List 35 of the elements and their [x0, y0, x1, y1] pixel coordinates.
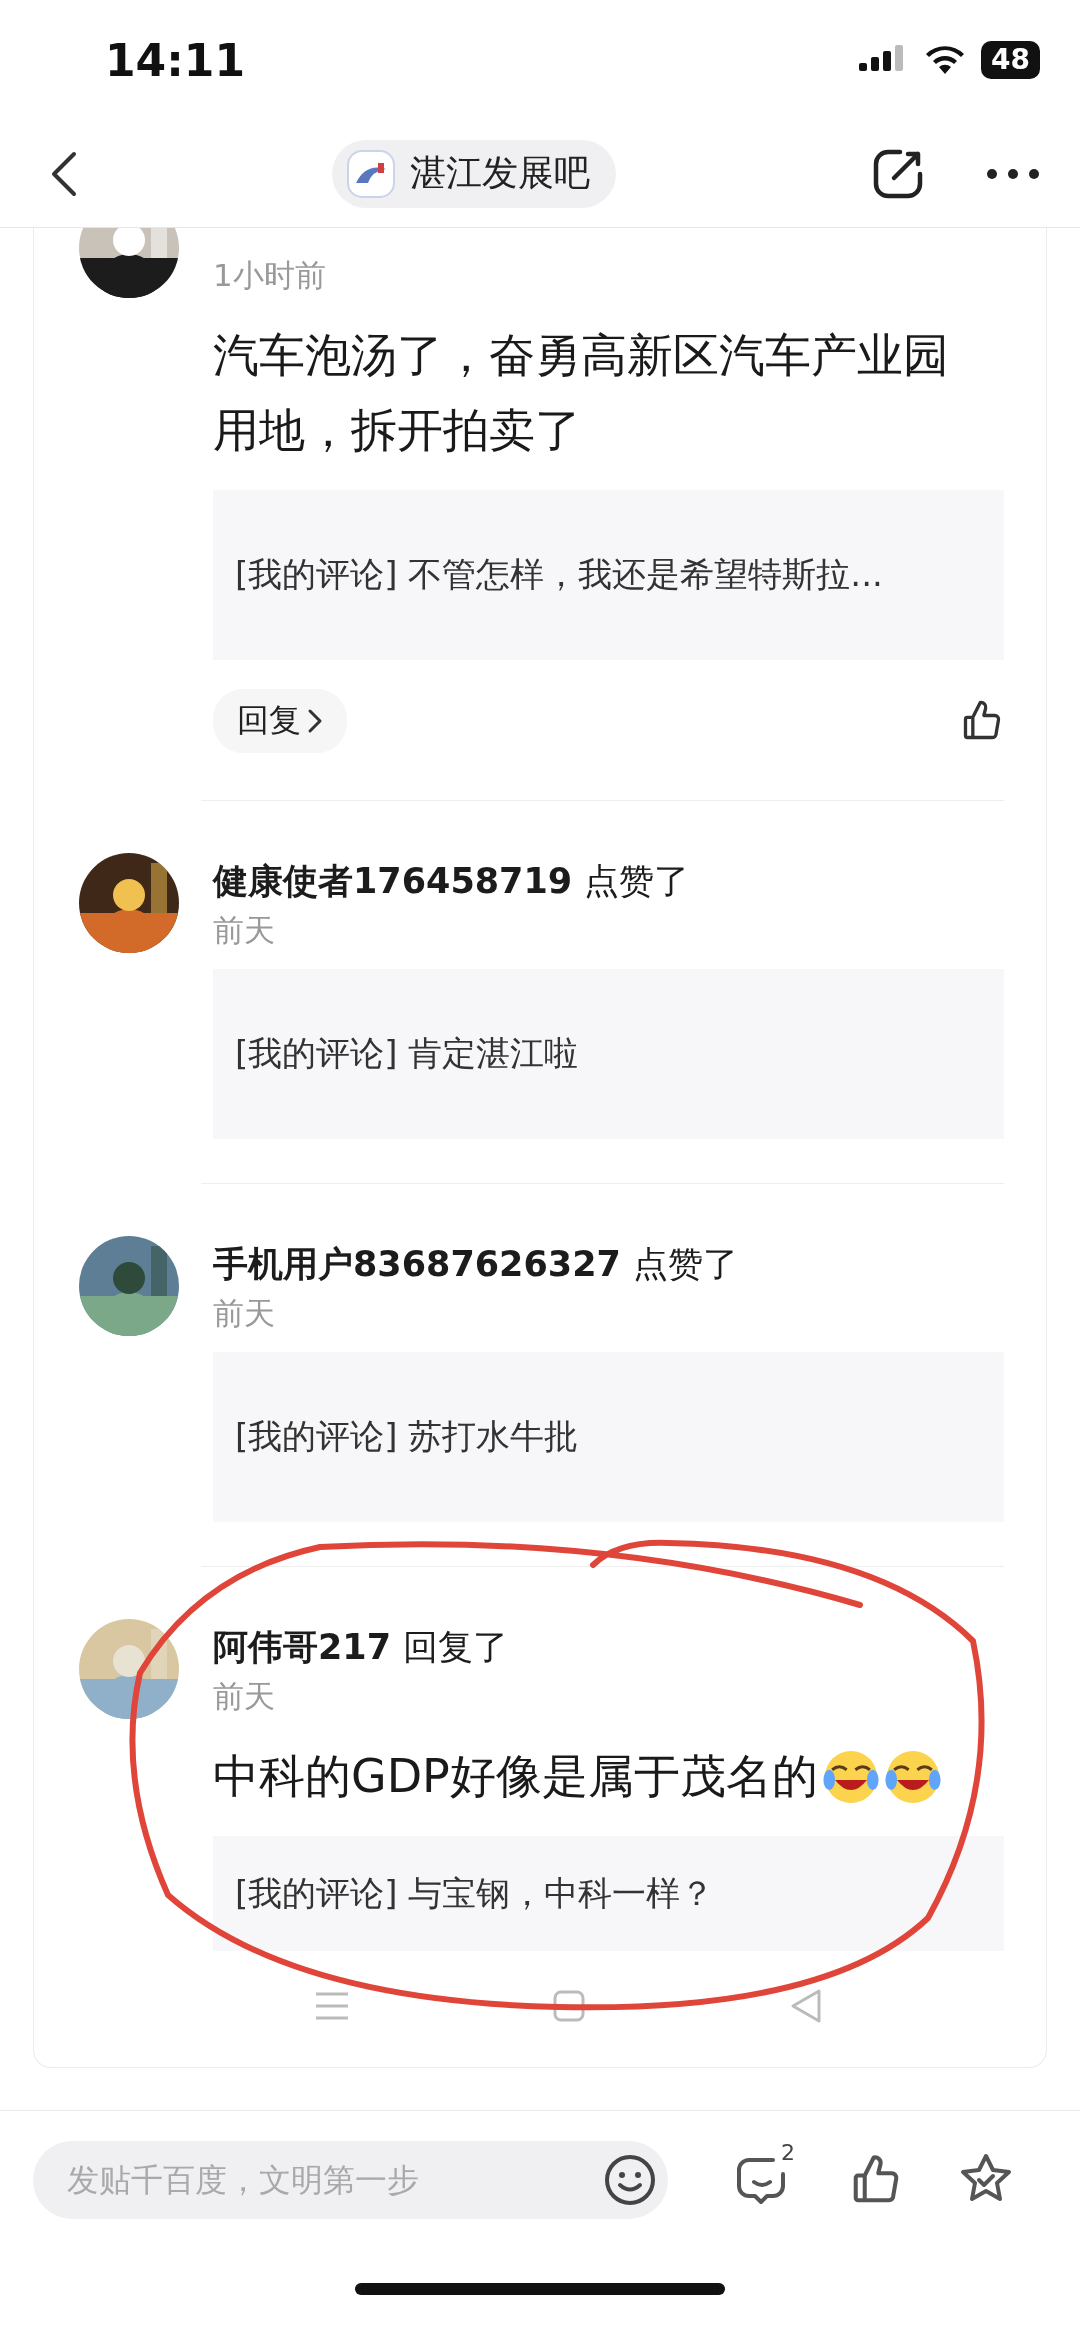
- forum-logo-icon: [346, 148, 396, 199]
- action-text: 点赞了: [632, 1243, 738, 1286]
- timestamp: 前天: [213, 911, 276, 950]
- my-comment-quote[interactable]: [我的评论] 与宝钢，中科一样？: [213, 1836, 1004, 1951]
- my-comment-quote[interactable]: [我的评论] 苏打水牛批: [213, 1352, 1004, 1522]
- timestamp: 前天: [213, 1294, 276, 1333]
- user-name[interactable]: 健康使者176458719: [213, 857, 573, 905]
- forum-name: 湛江发展吧: [410, 151, 590, 195]
- user-name[interactable]: 手机用户83687626327: [213, 1240, 621, 1288]
- emoji-face-icon: [604, 2154, 656, 2206]
- reply-content: 汽车泡汤了，奋勇高新区汽车产业园用地，拆开拍卖了: [213, 327, 950, 459]
- comment-input[interactable]: 发贴千百度，文明第一步: [65, 2160, 604, 2200]
- quote-text: [我的评论] 不管怎样，我还是希望特斯拉...: [235, 553, 883, 596]
- quote-text: [我的评论] 肯定湛江啦: [235, 1032, 579, 1075]
- status-time: 14:11: [105, 34, 246, 86]
- back-button[interactable]: [50, 149, 78, 198]
- timestamp: 前天: [213, 1677, 276, 1716]
- user-name[interactable]: 阿伟哥217: [213, 1623, 392, 1671]
- my-comment-quote[interactable]: [我的评论] 肯定湛江啦: [213, 969, 1004, 1139]
- menu-icon: [314, 1991, 351, 2021]
- my-comment-quote[interactable]: [我的评论] 不管怎样，我还是希望特斯拉...: [213, 490, 1004, 660]
- action-text: 回复了: [403, 1626, 509, 1669]
- square-icon: [552, 1989, 587, 2023]
- chevron-right-icon: [307, 708, 323, 734]
- comment-field[interactable]: 发贴千百度，文明第一步: [33, 2141, 668, 2219]
- forum-pill[interactable]: 湛江发展吧: [332, 139, 616, 208]
- comment-count: 2: [781, 2140, 795, 2165]
- battery-level: 48: [981, 41, 1040, 79]
- reply-button[interactable]: 回复: [213, 689, 347, 753]
- quote-text: [我的评论] 与宝钢，中科一样？: [235, 1871, 715, 1915]
- quote-text: [我的评论] 苏打水牛批: [235, 1415, 579, 1458]
- reply-content: 中科的GDP好像是属于茂名的: [213, 1748, 818, 1805]
- timestamp: 1小时前: [213, 256, 326, 295]
- action-text: 点赞了: [584, 860, 690, 903]
- more-button[interactable]: [986, 167, 1040, 180]
